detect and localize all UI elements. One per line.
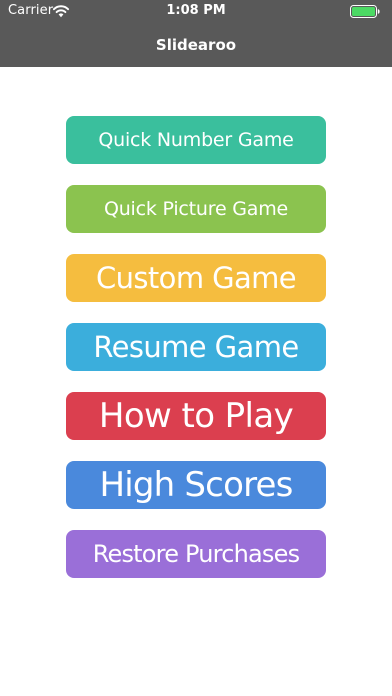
quick-number-game-button[interactable]: Quick Number Game (66, 116, 326, 164)
status-bar: Carrier 1:08 PM (0, 0, 392, 22)
how-to-play-button[interactable]: How to Play (66, 392, 326, 440)
restore-purchases-button[interactable]: Restore Purchases (66, 530, 326, 578)
battery-icon (350, 5, 380, 18)
status-time: 1:08 PM (166, 3, 226, 18)
main-menu: Quick Number Game Quick Picture Game Cus… (66, 116, 326, 599)
page-title: Slidearoo (155, 36, 237, 54)
custom-game-button[interactable]: Custom Game (66, 254, 326, 302)
quick-picture-game-button[interactable]: Quick Picture Game (66, 185, 326, 233)
resume-game-button[interactable]: Resume Game (66, 323, 326, 371)
high-scores-button[interactable]: High Scores (66, 461, 326, 509)
navigation-header: Carrier 1:08 PM Slidearoo (0, 0, 392, 67)
